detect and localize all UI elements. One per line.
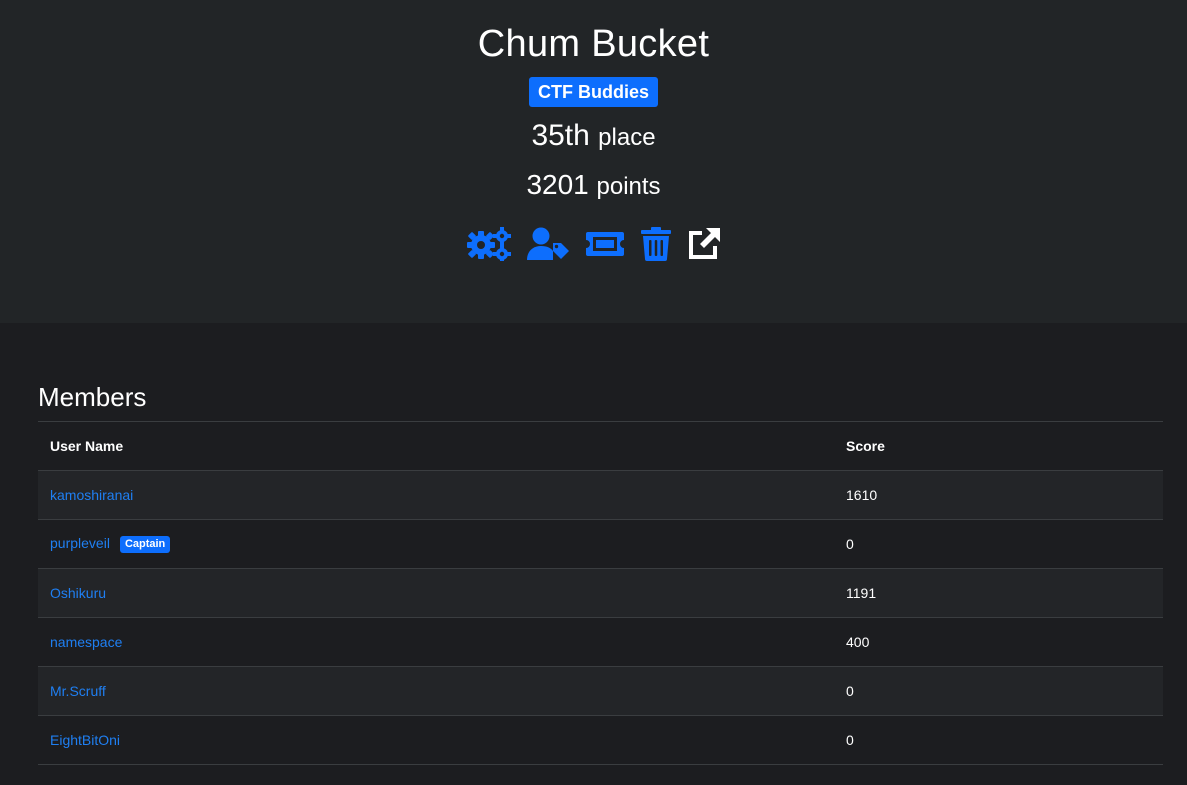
column-header-username: User Name — [38, 421, 834, 471]
member-score: 1610 — [834, 470, 1163, 520]
members-table: User Name Score kamoshiranai 1610 purpleve… — [38, 421, 1163, 765]
place-value: 35th — [531, 119, 590, 152]
gears-icon[interactable] — [466, 227, 511, 261]
member-username-cell: EightBitOni — [38, 715, 834, 765]
team-header: Chum Bucket CTF Buddies 35th place 3201 … — [0, 0, 1187, 323]
member-link[interactable]: kamoshiranai — [50, 487, 133, 503]
team-place: 35th place — [0, 117, 1187, 157]
column-header-score: Score — [834, 421, 1163, 471]
member-link[interactable]: purpleveil — [50, 535, 110, 551]
points-unit: points — [596, 173, 661, 200]
table-row: Mr.Scruff 0 — [38, 666, 1163, 716]
team-name: Chum Bucket — [477, 23, 710, 65]
member-score: 0 — [834, 666, 1163, 716]
member-username-cell: namespace — [38, 617, 834, 667]
member-username-cell: Mr.Scruff — [38, 666, 834, 716]
member-score: 400 — [834, 617, 1163, 667]
external-link-icon[interactable] — [687, 227, 721, 261]
team-points: 3201 points — [0, 167, 1187, 205]
member-score: 0 — [834, 519, 1163, 569]
member-username-cell: Oshikuru — [38, 568, 834, 618]
member-username-cell: kamoshiranai — [38, 470, 834, 520]
members-title: Members — [38, 382, 147, 412]
members-section: Members User Name Score kamoshiranai 1610… — [0, 323, 1187, 765]
ticket-icon[interactable] — [585, 230, 625, 258]
member-score: 0 — [834, 715, 1163, 765]
trash-icon[interactable] — [640, 227, 671, 261]
table-row: kamoshiranai 1610 — [38, 470, 1163, 520]
affiliation-badge: CTF Buddies — [529, 77, 658, 107]
user-tag-icon[interactable] — [526, 227, 569, 261]
table-header-row: User Name Score — [38, 421, 1163, 471]
table-row: Oshikuru 1191 — [38, 568, 1163, 618]
admin-actions — [0, 227, 1187, 261]
member-link[interactable]: Mr.Scruff — [50, 683, 106, 699]
member-link[interactable]: namespace — [50, 634, 122, 650]
member-link[interactable]: Oshikuru — [50, 585, 106, 601]
points-value: 3201 — [526, 169, 589, 200]
table-row: EightBitOni 0 — [38, 715, 1163, 765]
table-row: purpleveil Captain 0 — [38, 519, 1163, 569]
member-score: 1191 — [834, 568, 1163, 618]
captain-badge: Captain — [119, 536, 171, 553]
place-unit: place — [598, 124, 656, 151]
members-table-body: kamoshiranai 1610 purpleveil Captain 0 Oshiku… — [38, 470, 1163, 765]
member-username-cell: purpleveil Captain — [38, 519, 834, 569]
member-link[interactable]: EightBitOni — [50, 732, 120, 748]
table-row: namespace 400 — [38, 617, 1163, 667]
